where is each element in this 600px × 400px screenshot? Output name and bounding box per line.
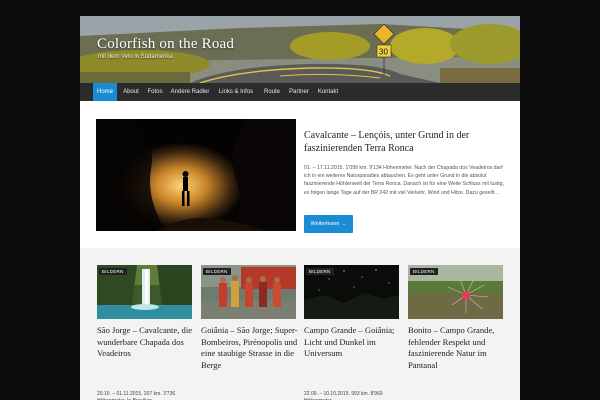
page-container: 30 Colorfish on the Road mit dem Velo in… (80, 16, 520, 400)
nav-item-fotos[interactable]: Fotos (144, 83, 166, 101)
post-title[interactable]: Bonito – Campo Grande, fehlender Respekt… (408, 325, 508, 371)
post-meta: 22.09. – 10.10.2015. 993 km. 8'969 Höhen… (304, 391, 383, 400)
featured-post: Cavalcante – Lençóis, unter Grund in der… (80, 101, 520, 248)
post-title[interactable]: Campo Grande – Goiânia; Licht und Dunkel… (304, 325, 404, 360)
category-badge[interactable]: BILDERN (306, 268, 334, 275)
site-title[interactable]: Colorfish on the Road (97, 36, 234, 53)
svg-text:30: 30 (379, 48, 388, 57)
read-more-button[interactable]: Weiterlesen → (304, 215, 353, 233)
nav-item-kontakt[interactable]: Kontakt (315, 83, 341, 101)
featured-cave-image[interactable] (96, 119, 296, 231)
nav-item-partner[interactable]: Partner (286, 83, 312, 101)
featured-post-title[interactable]: Cavalcante – Lençóis, unter Grund in der… (304, 129, 509, 155)
post-grid: BILDERN São Jorge – Cavalcante, die wund… (80, 248, 520, 400)
nav-item-links-infos[interactable]: Links & Infos (216, 83, 256, 101)
nav-item-route[interactable]: Route (261, 83, 283, 101)
category-badge[interactable]: BILDERN (99, 268, 127, 275)
featured-post-excerpt: 01. – 17.11.2015. 1'099 km. 9'134 Höhenm… (304, 165, 504, 196)
category-badge[interactable]: BILDERN (203, 268, 231, 275)
post-meta: 20.10. – 01.11.2015. 207 km. 3'736 Höhen… (97, 391, 176, 400)
site-header: 30 Colorfish on the Road mit dem Velo in… (80, 16, 520, 83)
post-title[interactable]: São Jorge – Cavalcante, die wunderbare C… (97, 325, 197, 360)
nav-item-about[interactable]: About (119, 83, 143, 101)
category-badge[interactable]: BILDERN (410, 268, 438, 275)
main-navigation: Home About Fotos Andere Radler Links & I… (80, 83, 520, 102)
post-title[interactable]: Goiânia – São Jorge; Super-Bombeiros, Pi… (201, 325, 301, 371)
site-tagline: mit dem Velo in Südamerika (98, 54, 173, 60)
nav-item-home[interactable]: Home (93, 83, 117, 101)
nav-item-andere-radler[interactable]: Andere Radler (168, 83, 212, 101)
